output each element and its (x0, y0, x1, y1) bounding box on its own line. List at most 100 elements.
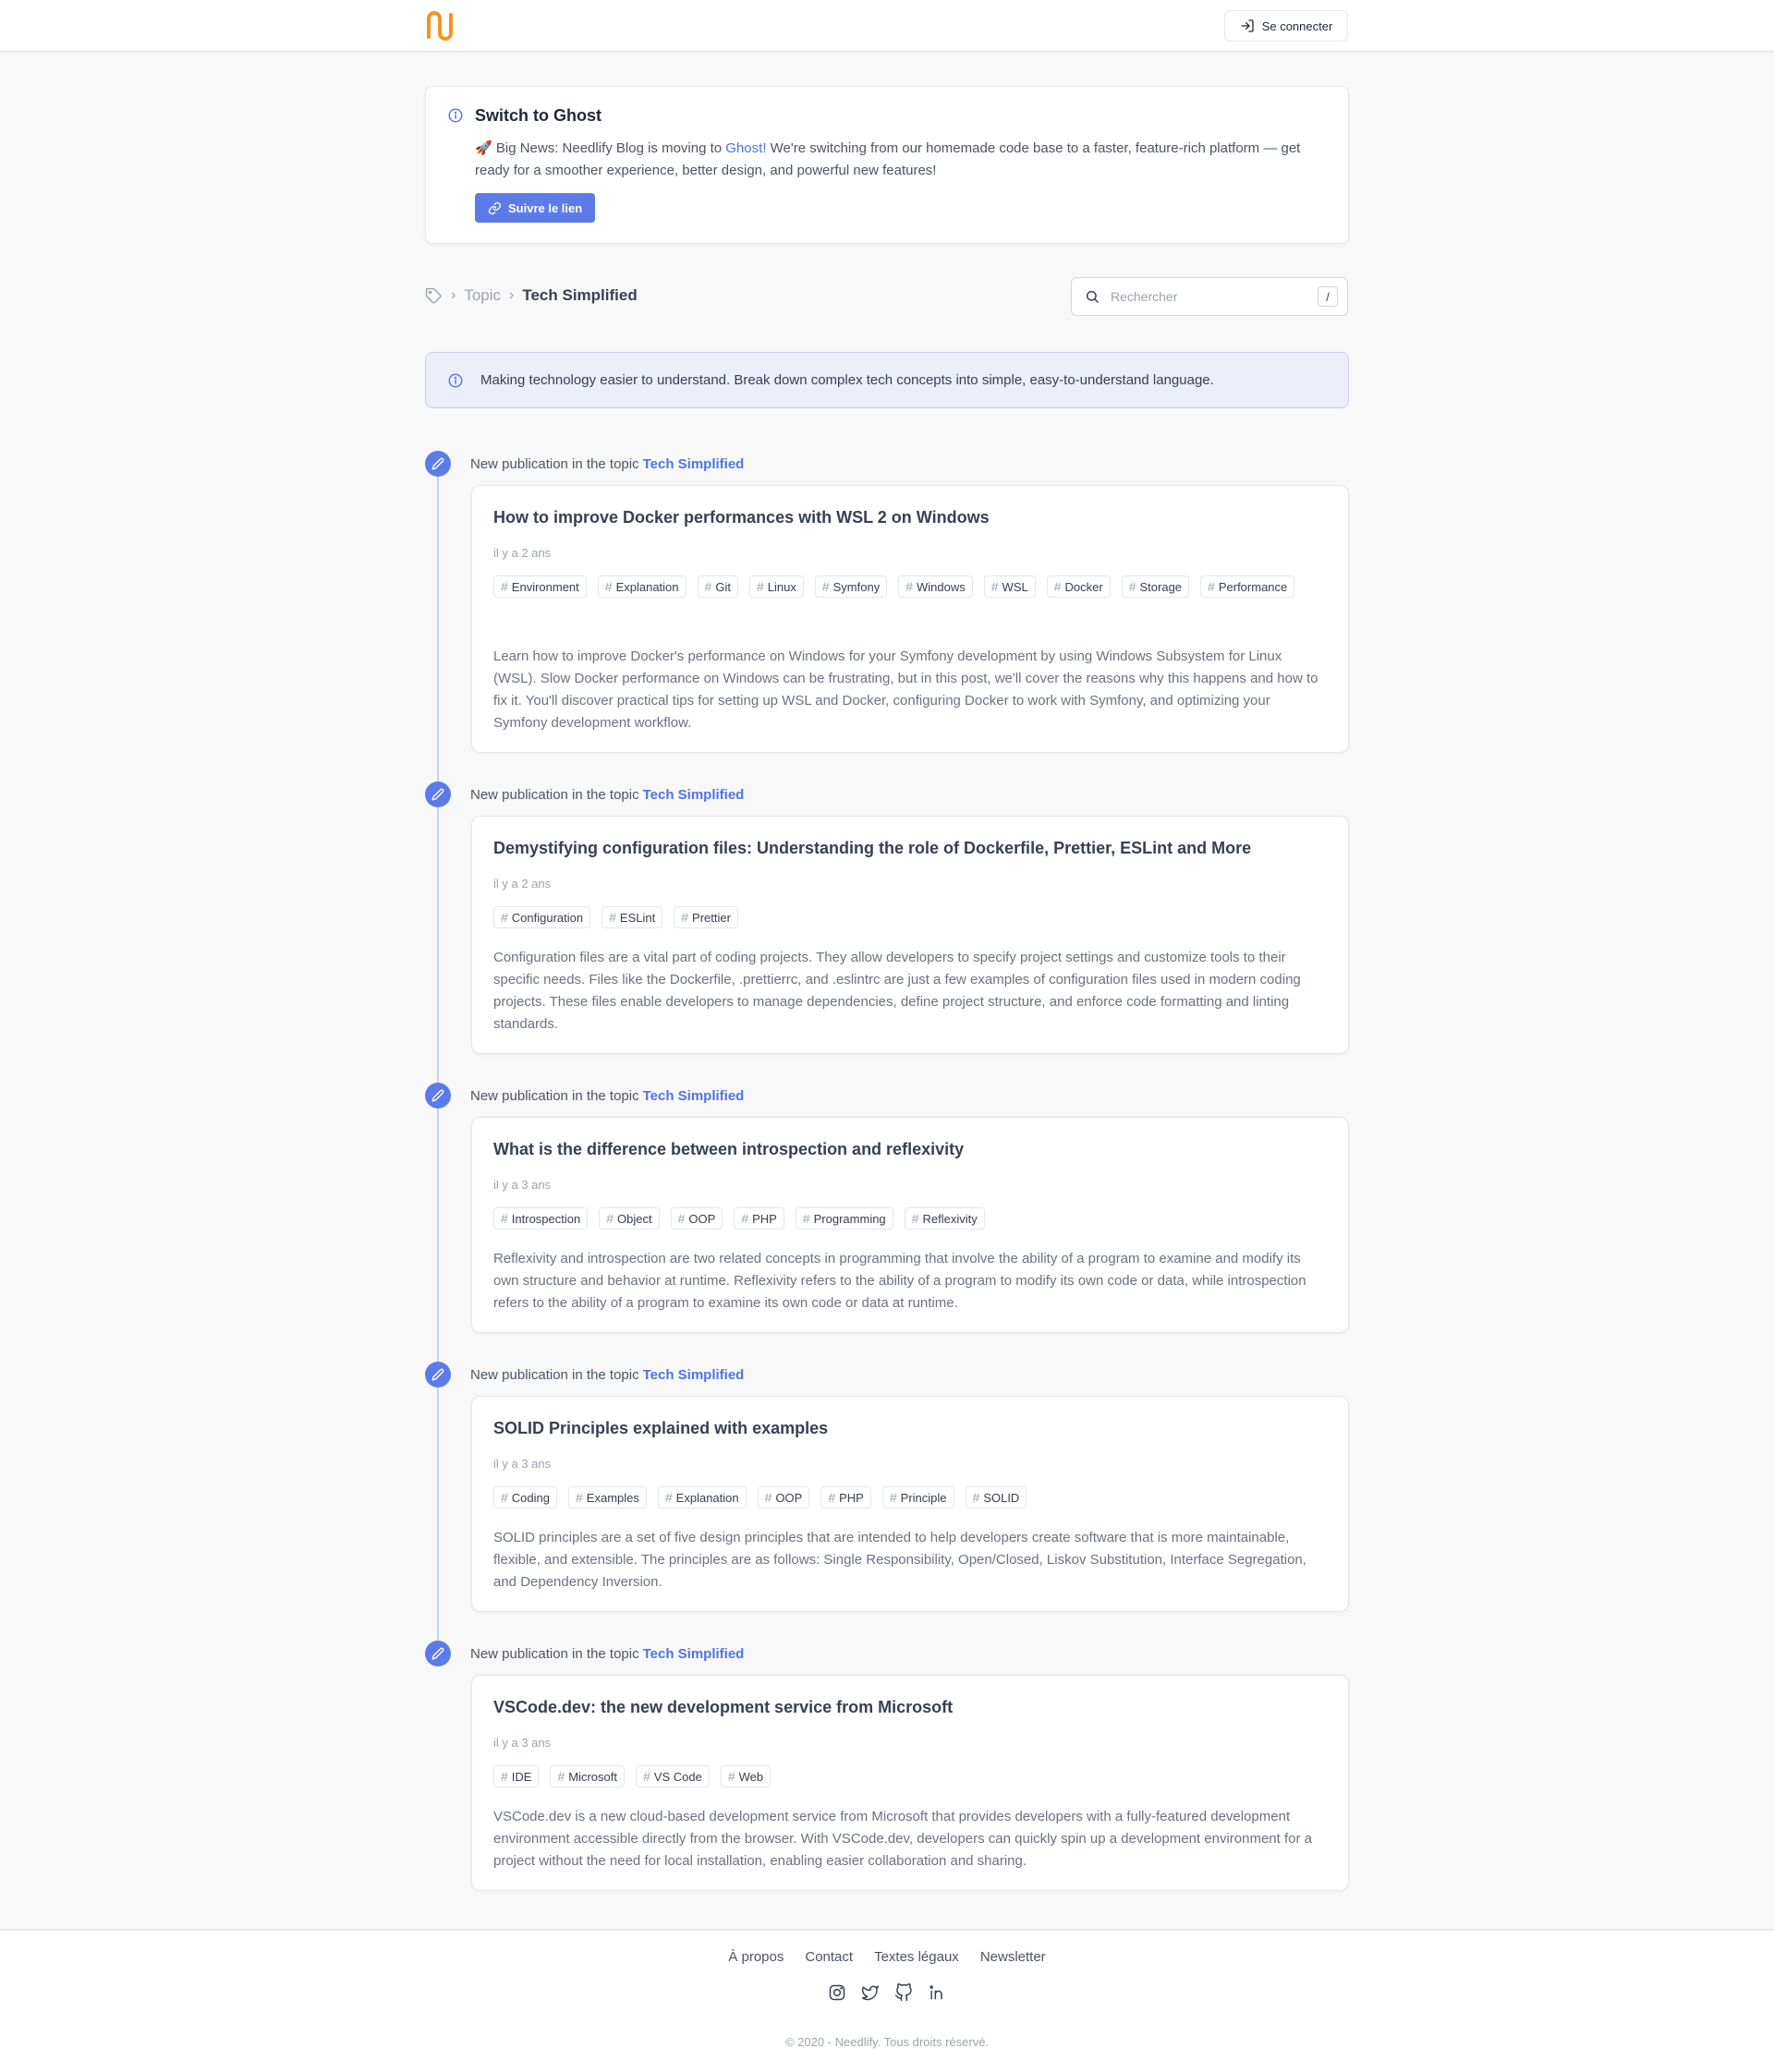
post-tag[interactable]: # Principle (881, 1486, 954, 1509)
post-tag[interactable]: # PHP (734, 1207, 784, 1230)
post-tag[interactable]: # PHP (820, 1486, 871, 1509)
timeline-event-header: New publication in the topic Tech Simplif… (425, 451, 744, 477)
hash-icon: # (727, 1769, 735, 1784)
post-tag[interactable]: # Symfony (814, 576, 888, 598)
post-tag[interactable]: # Web (720, 1765, 772, 1787)
event-prefix: New publication in the topic (470, 1366, 639, 1383)
hash-icon: # (677, 1211, 686, 1226)
instagram-icon[interactable] (828, 1983, 846, 2002)
breadcrumb-topic[interactable]: Topic (464, 286, 501, 305)
post-tag[interactable]: # Microsoft (550, 1765, 625, 1787)
post-tag-label: PHP (839, 1490, 864, 1505)
social-links (0, 1983, 1774, 2002)
post-tag-label: Coding (511, 1490, 550, 1505)
hash-icon: # (764, 1490, 772, 1505)
post-tag[interactable]: # Docker (1046, 576, 1111, 598)
hash-icon: # (501, 1490, 508, 1505)
post-tag[interactable]: # Examples (568, 1486, 647, 1509)
post-title[interactable]: VSCode.dev: the new development service … (493, 1698, 953, 1717)
post-card[interactable]: What is the difference between introspec… (471, 1117, 1349, 1333)
post-tag[interactable]: # SOLID (965, 1486, 1027, 1509)
hash-icon: # (501, 1211, 508, 1226)
event-topic-link[interactable]: Tech Simplified (643, 456, 745, 472)
event-topic-link[interactable]: Tech Simplified (643, 787, 745, 803)
post-tag[interactable]: # Programming (795, 1207, 893, 1230)
post-tag[interactable]: # Performance (1200, 576, 1295, 598)
footer-link-legal[interactable]: Textes légaux (874, 1949, 959, 1965)
hash-icon: # (501, 1769, 508, 1784)
search-icon (1086, 290, 1099, 303)
breadcrumb-current: Tech Simplified (522, 286, 638, 304)
post-title[interactable]: What is the difference between introspec… (493, 1140, 964, 1159)
post-tag[interactable]: # WSL (983, 576, 1036, 598)
search-input[interactable] (1111, 289, 1318, 304)
post-tags: # Configuration # ESLint # Prettier (493, 906, 1325, 928)
post-tag[interactable]: # Environment (493, 576, 587, 598)
post-tag[interactable]: # OOP (670, 1207, 723, 1230)
post-tag[interactable]: # Introspection (493, 1207, 589, 1230)
post-tag-label: IDE (511, 1769, 532, 1784)
post-tag-label: OOP (775, 1490, 803, 1505)
event-topic-link[interactable]: Tech Simplified (643, 1646, 745, 1662)
post-tag[interactable]: # IDE (493, 1765, 540, 1787)
linkedin-icon[interactable] (928, 1983, 946, 2002)
post-tag[interactable]: # Reflexivity (904, 1207, 985, 1230)
post-tag[interactable]: # Explanation (597, 576, 687, 598)
hash-icon: # (664, 1490, 673, 1505)
post-tag-label: Git (715, 579, 731, 594)
post-date: il y a 3 ans (493, 1736, 552, 1750)
footer-link-about[interactable]: À propos (728, 1949, 784, 1965)
post-tag[interactable]: # Prettier (674, 906, 738, 928)
post-tag[interactable]: # Git (697, 576, 738, 598)
post-title[interactable]: How to improve Docker performances with … (493, 508, 990, 527)
twitter-icon[interactable] (861, 1983, 880, 2002)
post-tag[interactable]: # Explanation (657, 1486, 747, 1509)
post-tag-label: Windows (917, 579, 966, 594)
footer-links: À propos Contact Textes légaux Newslette… (0, 1949, 1774, 1965)
login-button[interactable]: Se connecter (1224, 10, 1348, 42)
post-card[interactable]: SOLID Principles explained with examples… (471, 1396, 1349, 1612)
post-excerpt: Configuration files are a vital part of … (493, 950, 1301, 1032)
post-tag[interactable]: # Windows (898, 576, 973, 598)
post-tag[interactable]: # OOP (757, 1486, 810, 1509)
post-tag[interactable]: # Object (599, 1207, 660, 1230)
post-tag-label: Performance (1218, 579, 1288, 594)
hash-icon: # (606, 1211, 614, 1226)
event-prefix: New publication in the topic (470, 786, 639, 803)
hash-icon: # (911, 1211, 919, 1226)
follow-link-button[interactable]: Suivre le lien (475, 193, 596, 223)
post-title[interactable]: SOLID Principles explained with examples (493, 1419, 828, 1438)
post-tag-label: Explanation (615, 579, 679, 594)
event-topic-link[interactable]: Tech Simplified (643, 1088, 745, 1104)
hash-icon: # (1053, 579, 1062, 594)
event-topic-link[interactable]: Tech Simplified (643, 1367, 745, 1383)
hash-icon: # (704, 579, 712, 594)
post-tag[interactable]: # ESLint (601, 906, 663, 928)
post-tag-label: Linux (767, 579, 796, 594)
hash-icon: # (828, 1490, 836, 1505)
post-tag-label: Introspection (511, 1211, 581, 1226)
post-tag-label: Docker (1064, 579, 1103, 594)
post-card[interactable]: VSCode.dev: the new development service … (471, 1675, 1349, 1891)
ghost-link[interactable]: Ghost! (725, 140, 766, 156)
search-box[interactable]: / (1071, 277, 1348, 316)
footer-link-newsletter[interactable]: Newsletter (980, 1949, 1046, 1965)
post-excerpt: SOLID principles are a set of five desig… (493, 1530, 1306, 1590)
timeline-event-header: New publication in the topic Tech Simplif… (425, 1362, 744, 1387)
post-card[interactable]: Demystifying configuration files: Unders… (471, 816, 1349, 1054)
post-tag[interactable]: # Linux (748, 576, 804, 598)
post-tag[interactable]: # Coding (493, 1486, 557, 1509)
post-title[interactable]: Demystifying configuration files: Unders… (493, 839, 1251, 858)
post-card[interactable]: How to improve Docker performances with … (471, 485, 1349, 753)
github-icon[interactable] (894, 1983, 913, 2002)
tag-icon (425, 287, 442, 303)
footer-link-contact[interactable]: Contact (805, 1949, 853, 1965)
post-tag[interactable]: # Configuration (493, 906, 591, 928)
post-tag[interactable]: # Storage (1121, 576, 1190, 598)
copyright: © 2020 - Needlify. Tous droits réservé. (784, 2035, 990, 2049)
post-tag-label: Configuration (511, 910, 584, 925)
hash-icon: # (756, 579, 764, 594)
post-tag[interactable]: # VS Code (636, 1765, 710, 1787)
post-date: il y a 2 ans (493, 546, 552, 560)
needlify-logo[interactable] (425, 11, 458, 41)
